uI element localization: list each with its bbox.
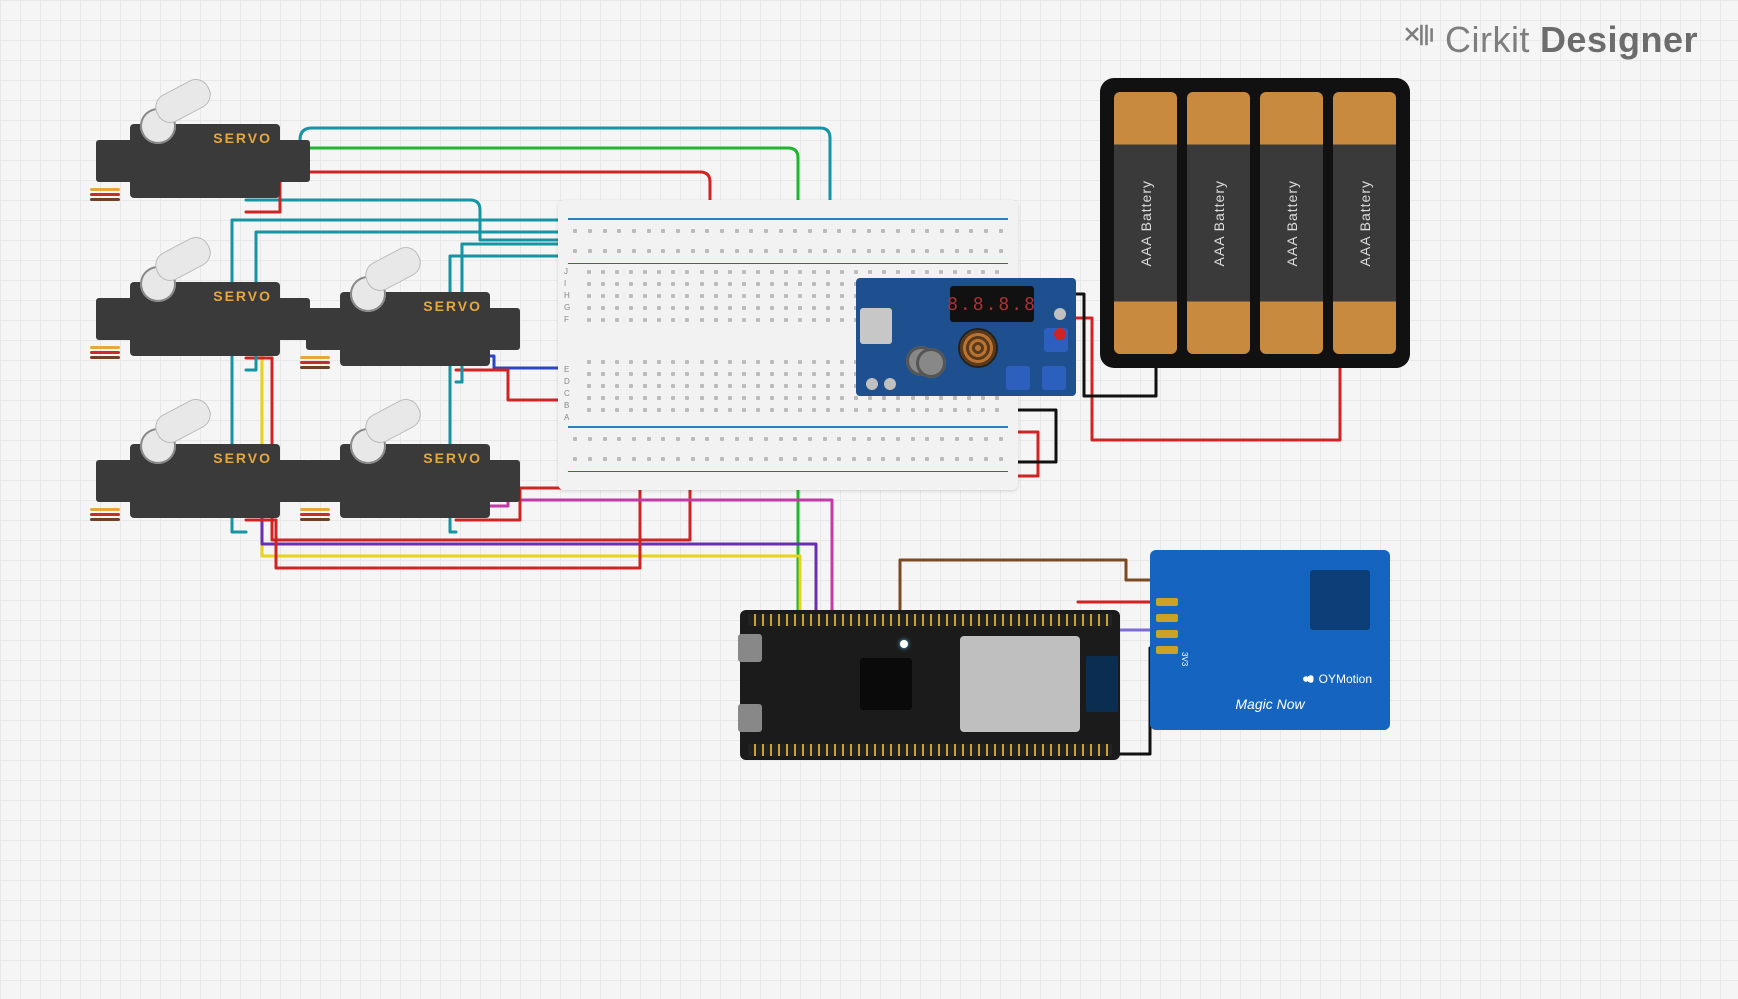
- servo-pin-signal: [300, 508, 330, 511]
- servo-connector: [90, 508, 130, 524]
- buck-terminal-in-neg: [1054, 308, 1066, 320]
- servo-5[interactable]: SERVO: [300, 430, 520, 530]
- oymotion-chip: [1310, 570, 1370, 630]
- breadboard-row-labels-upper: FGHIJ: [564, 266, 570, 326]
- servo-mount-left: [306, 460, 344, 502]
- esp32-soc: [860, 658, 912, 710]
- oymotion-pin-2: [1156, 614, 1178, 622]
- servo-pin-signal: [300, 356, 330, 359]
- esp32-usb-2: [738, 704, 762, 732]
- servo-1[interactable]: SERVO: [90, 110, 310, 210]
- servo-pin-signal: [90, 188, 120, 191]
- esp32-board[interactable]: [740, 610, 1120, 760]
- servo-pin-gnd: [300, 518, 330, 521]
- buck-converter[interactable]: 8.8.8.8: [856, 278, 1076, 396]
- buck-display: 8.8.8.8: [950, 286, 1034, 322]
- breadboard-row-labels-lower: ABCDE: [564, 364, 570, 424]
- servo-mount-left: [96, 140, 134, 182]
- servo-pin-gnd: [90, 518, 120, 521]
- brand-suffix: Designer: [1540, 19, 1698, 61]
- oymotion-brand: OYMotion: [1301, 672, 1372, 686]
- buck-potentiometer-2[interactable]: [1006, 366, 1030, 390]
- servo-pin-vcc: [90, 351, 120, 354]
- buck-capacitor-2: [916, 348, 946, 378]
- buck-terminal-in-pos: [1054, 328, 1066, 340]
- buck-inductor: [958, 328, 998, 368]
- servo-pin-vcc: [90, 193, 120, 196]
- servo-horn: [140, 266, 176, 302]
- buck-usb-port: [860, 308, 892, 344]
- servo-label: SERVO: [213, 450, 272, 466]
- servo-4[interactable]: SERVO: [90, 430, 310, 530]
- servo-pin-gnd: [90, 356, 120, 359]
- buck-potentiometer-3[interactable]: [1042, 366, 1066, 390]
- servo-label: SERVO: [423, 450, 482, 466]
- oymotion-board[interactable]: 3V3 OYMotion Magic Now: [1150, 550, 1390, 730]
- oymotion-pin-3: [1156, 630, 1178, 638]
- brand-logo: Cirkit Designer: [1401, 18, 1698, 61]
- servo-pin-vcc: [90, 513, 120, 516]
- breadboard-rail-neg-top: [568, 229, 1008, 233]
- esp32-rgb-led: [900, 640, 908, 648]
- oymotion-3v3-label: 3V3: [1180, 652, 1189, 666]
- servo-horn: [350, 276, 386, 312]
- battery-cell-1: AAA Battery: [1114, 92, 1177, 354]
- servo-label: SERVO: [213, 288, 272, 304]
- esp32-usb-1: [738, 634, 762, 662]
- esp32-pins-top: [748, 614, 1112, 626]
- servo-pin-signal: [90, 508, 120, 511]
- servo-horn: [140, 108, 176, 144]
- servo-3[interactable]: SERVO: [300, 278, 520, 378]
- servo-pin-gnd: [90, 198, 120, 201]
- battery-holder[interactable]: AAA Battery AAA Battery AAA Battery AAA …: [1100, 78, 1410, 368]
- servo-horn: [140, 428, 176, 464]
- servo-mount-left: [96, 460, 134, 502]
- servo-pin-gnd: [300, 366, 330, 369]
- servo-connector: [300, 356, 340, 372]
- breadboard-rail-neg-bottom: [568, 437, 1008, 441]
- servo-mount-left: [306, 308, 344, 350]
- servo-label: SERVO: [423, 298, 482, 314]
- servo-connector: [90, 346, 130, 362]
- servo-pin-vcc: [300, 361, 330, 364]
- servo-horn: [350, 428, 386, 464]
- breadboard-rail-pos-top: [568, 249, 1008, 253]
- brand-name: Cirkit: [1445, 19, 1530, 61]
- brand-icon: [1401, 18, 1435, 61]
- breadboard-rail-pos-bottom: [568, 457, 1008, 461]
- servo-pin-signal: [90, 346, 120, 349]
- oymotion-tagline: Magic Now: [1150, 696, 1390, 712]
- buck-terminal-out-neg: [866, 378, 878, 390]
- servo-2[interactable]: SERVO: [90, 268, 310, 368]
- battery-cell-3: AAA Battery: [1260, 92, 1323, 354]
- buck-terminal-out-pos: [884, 378, 896, 390]
- oymotion-pin-1: [1156, 598, 1178, 606]
- esp32-pins-bottom: [748, 744, 1112, 756]
- servo-pin-vcc: [300, 513, 330, 516]
- servo-mount-left: [96, 298, 134, 340]
- servo-label: SERVO: [213, 130, 272, 146]
- esp32-rf-shield: [960, 636, 1080, 732]
- servo-connector: [300, 508, 340, 524]
- oymotion-pin-4: [1156, 646, 1178, 654]
- battery-cell-4: AAA Battery: [1333, 92, 1396, 354]
- servo-connector: [90, 188, 130, 204]
- battery-cell-2: AAA Battery: [1187, 92, 1250, 354]
